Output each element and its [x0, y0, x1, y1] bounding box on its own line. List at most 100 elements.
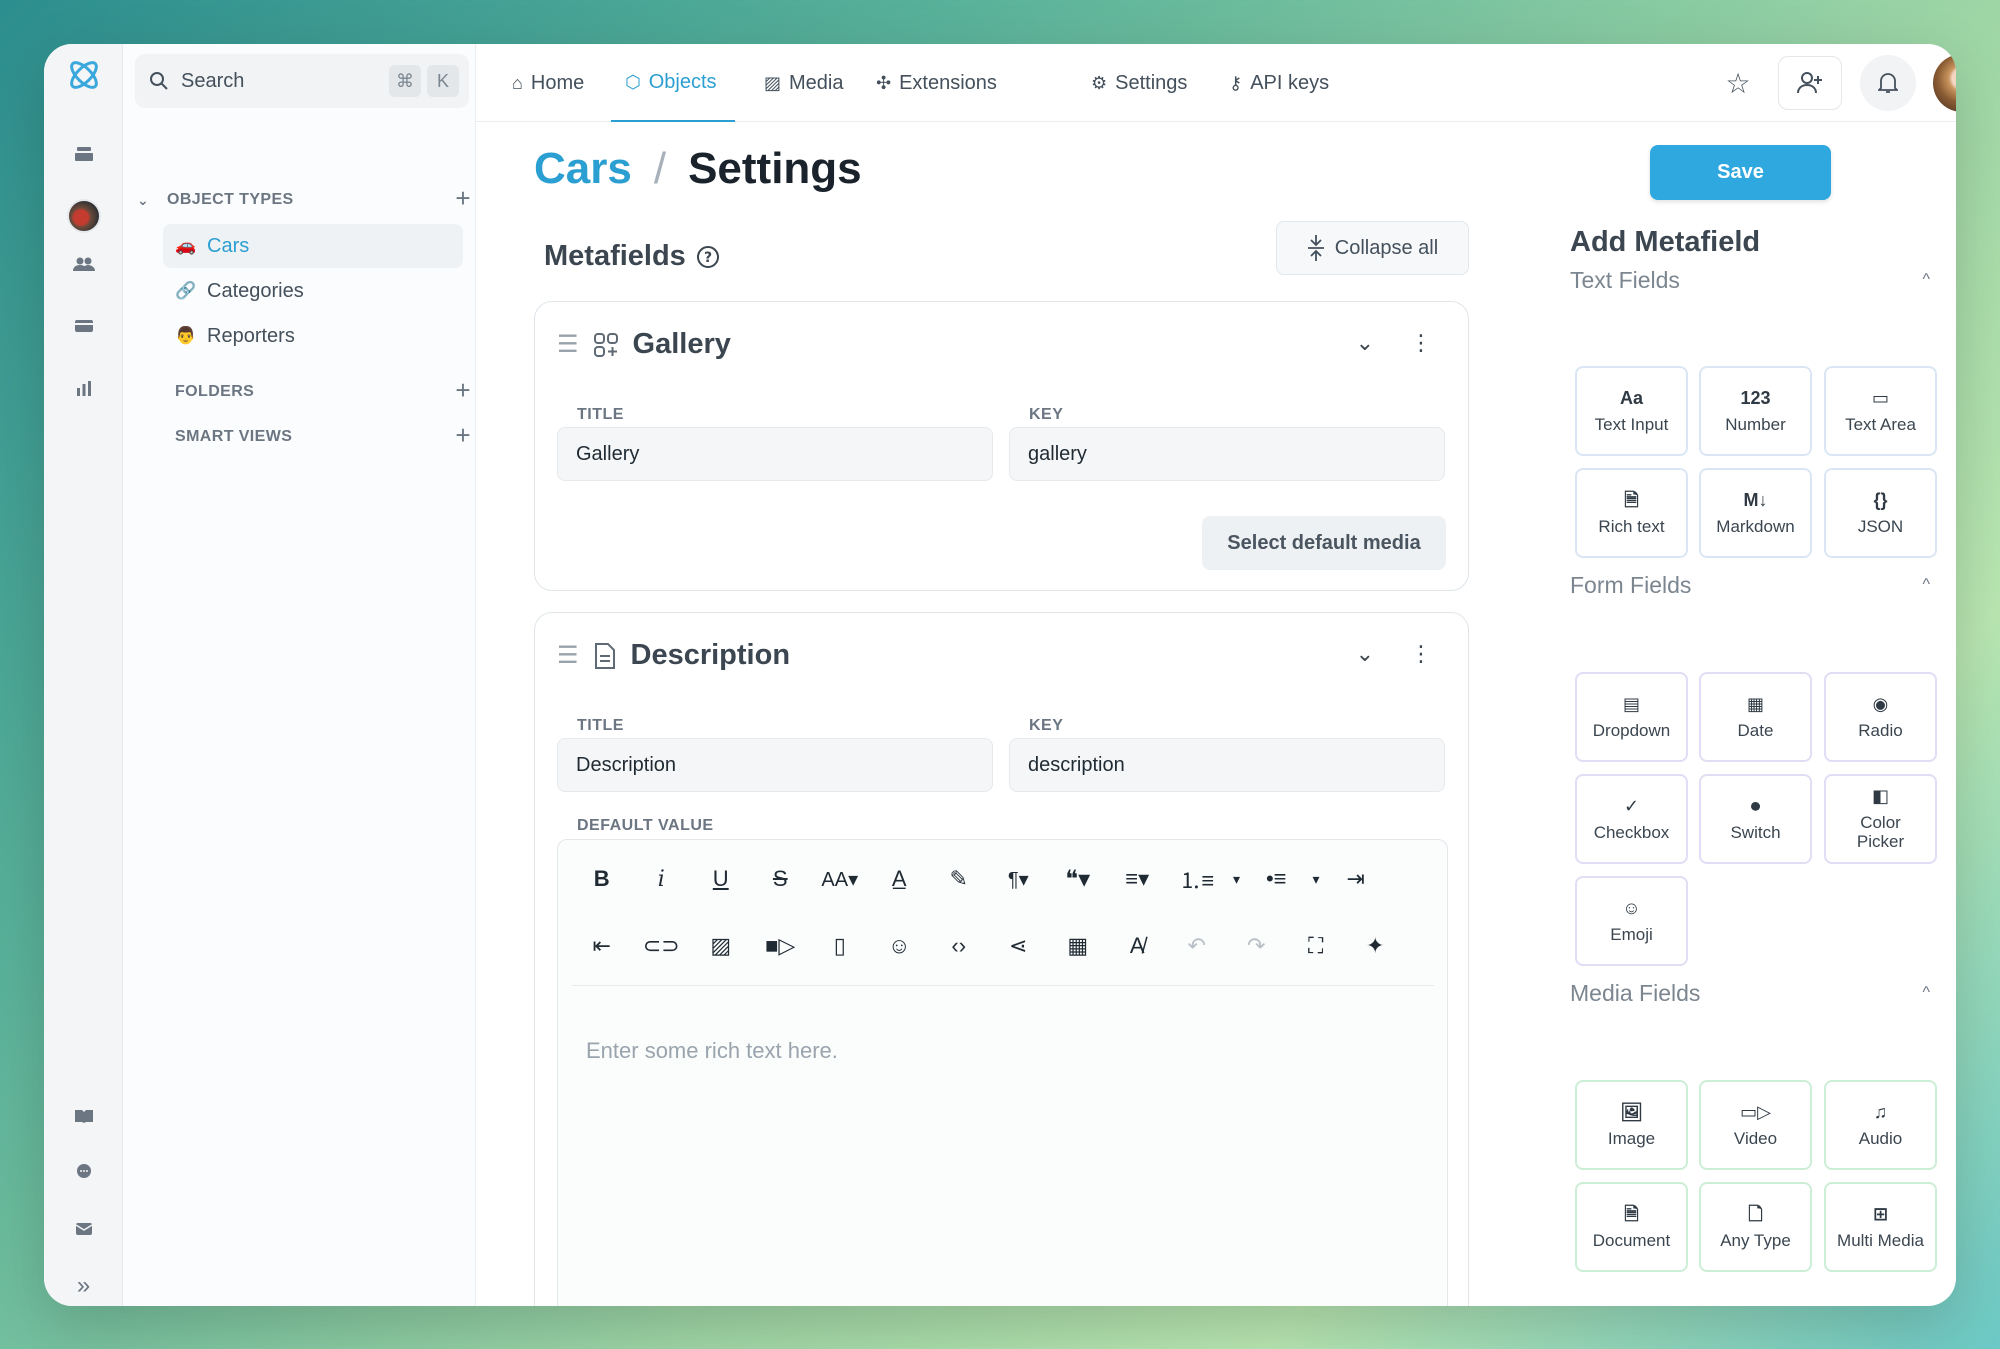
description-key-field[interactable]: description	[1009, 738, 1445, 792]
table-icon[interactable]: ▦	[1048, 926, 1108, 966]
chevron-down-icon[interactable]: ⌄	[137, 192, 149, 209]
docs-icon[interactable]	[44, 1094, 123, 1138]
drag-handle-icon[interactable]: ☰	[557, 330, 579, 359]
nav-settings[interactable]: ⚙ Settings	[1091, 44, 1187, 122]
chevron-down-icon[interactable]: ▾	[1306, 859, 1326, 899]
more-vertical-icon[interactable]: ⋮	[1410, 641, 1432, 667]
ordered-list-icon[interactable]: ⒈≡	[1167, 859, 1227, 899]
expand-sidebar-icon[interactable]: »	[44, 1264, 123, 1306]
mail-icon[interactable]	[44, 1207, 123, 1251]
nav-extensions[interactable]: ✣ Extensions	[876, 44, 997, 122]
user-avatar[interactable]	[1933, 54, 1956, 112]
chevron-down-icon[interactable]: ⌄	[1356, 330, 1374, 356]
chat-icon[interactable]	[44, 1150, 123, 1194]
text-color-icon[interactable]: A̲	[870, 859, 930, 899]
analytics-icon[interactable]	[44, 366, 123, 410]
paragraph-icon[interactable]: ¶▾	[989, 859, 1049, 899]
text-fields-header[interactable]: Text Fields ^	[1570, 265, 1950, 295]
chevron-up-icon[interactable]: ^	[1922, 984, 1930, 1002]
form-fields-header[interactable]: Form Fields ^	[1570, 570, 1950, 600]
gallery-title-field[interactable]: Gallery	[557, 427, 993, 481]
add-folder-icon[interactable]: +	[455, 375, 471, 406]
tile-markdown[interactable]: M↓ Markdown	[1699, 468, 1812, 558]
tile-radio[interactable]: ◉ Radio	[1824, 672, 1937, 762]
select-default-media-button[interactable]: Select default media	[1202, 516, 1446, 570]
clear-format-icon[interactable]: A̸	[1108, 926, 1168, 966]
chevron-down-icon[interactable]: ▾	[1227, 859, 1247, 899]
tile-video[interactable]: ▭▷ Video	[1699, 1080, 1812, 1170]
billing-icon[interactable]	[44, 304, 123, 348]
code-icon[interactable]: ‹›	[929, 926, 989, 966]
search-input[interactable]: Search ⌘ K	[135, 54, 469, 108]
chevron-down-icon[interactable]: ⌄	[1356, 641, 1374, 667]
sidebar-item-reporters[interactable]: 👨 Reporters	[163, 314, 463, 358]
more-vertical-icon[interactable]: ⋮	[1410, 330, 1432, 356]
tile-color-picker[interactable]: ◧ Color Picker	[1824, 774, 1937, 864]
redo-icon[interactable]: ↷	[1227, 926, 1287, 966]
buckets-icon[interactable]	[44, 132, 123, 176]
tile-text-input[interactable]: Aa Text Input	[1575, 366, 1688, 456]
tile-audio[interactable]: ♫ Audio	[1824, 1080, 1937, 1170]
tile-json[interactable]: {} JSON	[1824, 468, 1937, 558]
sidebar-item-cars[interactable]: 🚗 Cars	[163, 224, 463, 268]
image-icon[interactable]: ▨	[691, 926, 751, 966]
nav-objects[interactable]: ⬡ Objects	[611, 44, 735, 122]
font-size-icon[interactable]: AA▾	[810, 859, 870, 899]
tile-image[interactable]: 🖼 Image	[1575, 1080, 1688, 1170]
logo-icon[interactable]	[44, 52, 123, 98]
tile-dropdown[interactable]: ▤ Dropdown	[1575, 672, 1688, 762]
tile-switch[interactable]: ⏺ Switch	[1699, 774, 1812, 864]
nav-media[interactable]: ▨ Media	[764, 44, 844, 122]
collapse-all-button[interactable]: Collapse all	[1276, 221, 1469, 275]
file-icon[interactable]: ▯	[810, 926, 870, 966]
link-icon[interactable]: ⊂⊃	[632, 926, 692, 966]
underline-icon[interactable]: U	[691, 859, 751, 899]
invite-user-button[interactable]	[1778, 56, 1842, 110]
indent-icon[interactable]: ⇥	[1326, 859, 1386, 899]
save-button[interactable]: Save	[1650, 145, 1831, 200]
chevron-up-icon[interactable]: ^	[1922, 271, 1930, 289]
editor-placeholder[interactable]: Enter some rich text here.	[586, 1038, 838, 1064]
tile-number[interactable]: 123 Number	[1699, 366, 1812, 456]
tile-checkbox[interactable]: ✓ Checkbox	[1575, 774, 1688, 864]
project-avatar[interactable]	[44, 194, 123, 238]
media-fields-header[interactable]: Media Fields ^	[1570, 978, 1950, 1008]
emoji-icon[interactable]: ☺	[870, 926, 930, 966]
help-icon[interactable]: ?	[696, 245, 720, 269]
add-smart-view-icon[interactable]: +	[455, 420, 471, 451]
fullscreen-icon[interactable]: ⛶	[1286, 926, 1346, 966]
tile-text-area[interactable]: ▭ Text Area	[1824, 366, 1937, 456]
bullet-list-icon[interactable]: •≡	[1247, 859, 1307, 899]
sidebar-item-categories[interactable]: 🔗 Categories	[163, 269, 463, 313]
tile-emoji[interactable]: ☺ Emoji	[1575, 876, 1688, 966]
video-icon[interactable]: ■▷	[751, 926, 811, 966]
notifications-button[interactable]	[1860, 55, 1916, 111]
tile-multi-media[interactable]: ⊞ Multi Media	[1824, 1182, 1937, 1272]
highlight-icon[interactable]: ✎	[929, 859, 989, 899]
strikethrough-icon[interactable]: S	[751, 859, 811, 899]
team-icon[interactable]	[44, 242, 123, 286]
star-icon[interactable]: ☆	[1706, 56, 1770, 110]
undo-icon[interactable]: ↶	[1167, 926, 1227, 966]
nav-home[interactable]: ⌂ Home	[512, 44, 584, 122]
breadcrumb-object[interactable]: Cars	[534, 144, 632, 194]
description-title-field[interactable]: Description	[557, 738, 993, 792]
align-icon[interactable]: ≡▾	[1108, 859, 1168, 899]
bold-icon[interactable]: B	[572, 859, 632, 899]
quote-icon[interactable]: ❝▾	[1048, 859, 1108, 899]
tile-date[interactable]: ▦ Date	[1699, 672, 1812, 762]
drag-handle-icon[interactable]: ☰	[557, 641, 579, 670]
outdent-icon[interactable]: ⇤	[572, 926, 632, 966]
tile-rich-text[interactable]: 🗎 Rich text	[1575, 468, 1688, 558]
gallery-key-field[interactable]: gallery	[1009, 427, 1445, 481]
italic-icon[interactable]: i	[632, 859, 692, 899]
object-types-header[interactable]: ⌄ OBJECT TYPES +	[123, 183, 476, 215]
share-icon[interactable]: ⋖	[989, 926, 1049, 966]
tile-document[interactable]: 🗎 Document	[1575, 1182, 1688, 1272]
chevron-up-icon[interactable]: ^	[1922, 576, 1930, 594]
nav-api-keys[interactable]: ⚷ API keys	[1229, 44, 1329, 122]
smart-views-header[interactable]: SMART VIEWS +	[123, 420, 476, 452]
tile-any-type[interactable]: 🗋 Any Type	[1699, 1182, 1812, 1272]
ai-sparkle-icon[interactable]: ✦	[1346, 926, 1406, 966]
add-object-type-icon[interactable]: +	[455, 183, 471, 214]
